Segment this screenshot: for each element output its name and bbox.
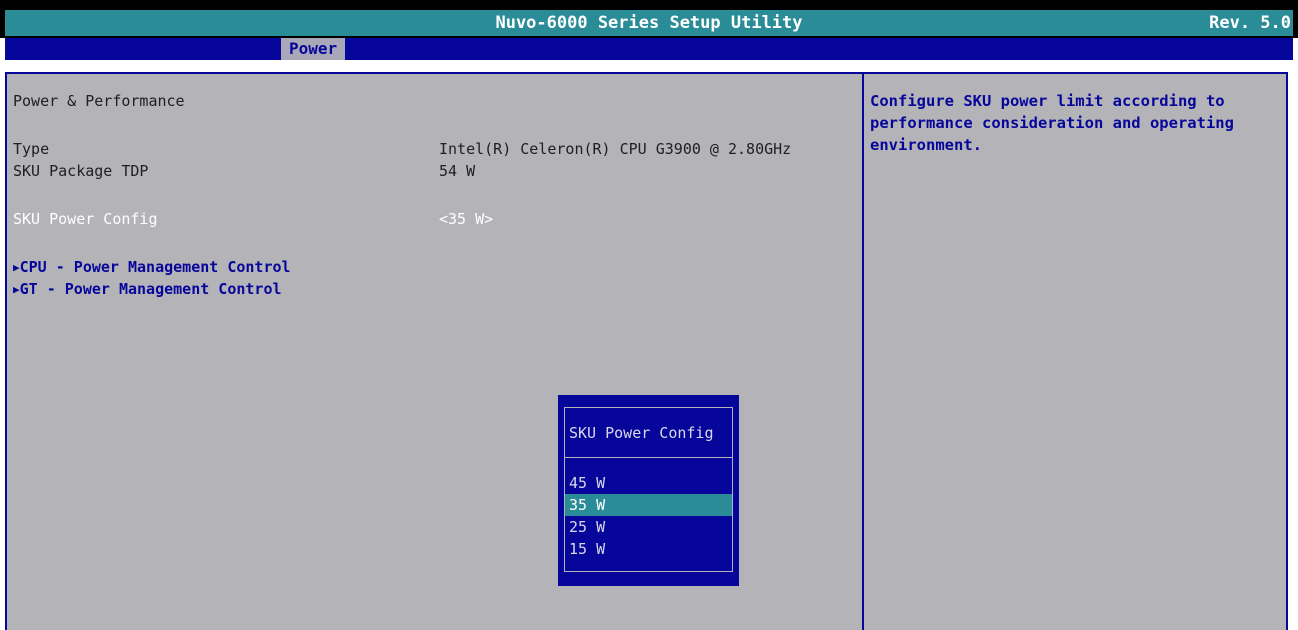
submenu-cpu-power[interactable]: ▶CPU - Power Management Control (13, 258, 291, 276)
submenu-arrow-icon: ▶ (13, 283, 20, 296)
power-config-row[interactable]: SKU Power Config <35 W> (13, 210, 862, 228)
type-value: Intel(R) Celeron(R) CPU G3900 @ 2.80GHz (439, 140, 792, 158)
revision-label: Rev. 5.0 (1209, 13, 1291, 33)
section-title: Power & Performance (13, 92, 185, 110)
menu-bar: Power (5, 38, 1293, 60)
tdp-value: 54 W (439, 162, 476, 180)
help-panel: Configure SKU power limit according to p… (864, 72, 1288, 630)
type-label: Type (13, 140, 50, 158)
app-title: Nuvo-6000 Series Setup Utility (495, 13, 803, 33)
type-row: Type Intel(R) Celeron(R) CPU G3900 @ 2.8… (13, 140, 862, 158)
popup-option-35w[interactable]: 35 W (565, 494, 732, 516)
submenu-label: CPU - Power Management Control (19, 258, 291, 276)
popup-title: SKU Power Config (565, 408, 732, 458)
tdp-row: SKU Package TDP 54 W (13, 162, 862, 180)
tab-power[interactable]: Power (281, 38, 346, 60)
popup-frame: SKU Power Config 45 W 35 W 25 W 15 W (564, 407, 733, 572)
tdp-label: SKU Package TDP (13, 162, 149, 180)
power-config-value[interactable]: <35 W> (439, 210, 493, 228)
submenu-gt-power[interactable]: ▶GT - Power Management Control (13, 280, 282, 298)
popup-option-45w[interactable]: 45 W (565, 472, 732, 494)
title-bar: Nuvo-6000 Series Setup Utility Rev. 5.0 (5, 10, 1293, 36)
submenu-arrow-icon: ▶ (13, 261, 20, 274)
popup-option-25w[interactable]: 25 W (565, 516, 732, 538)
sku-power-popup: SKU Power Config 45 W 35 W 25 W 15 W (558, 395, 739, 586)
power-config-label: SKU Power Config (13, 210, 158, 228)
popup-option-15w[interactable]: 15 W (565, 538, 732, 560)
help-text: Configure SKU power limit according to p… (870, 92, 1234, 154)
submenu-label: GT - Power Management Control (19, 280, 282, 298)
